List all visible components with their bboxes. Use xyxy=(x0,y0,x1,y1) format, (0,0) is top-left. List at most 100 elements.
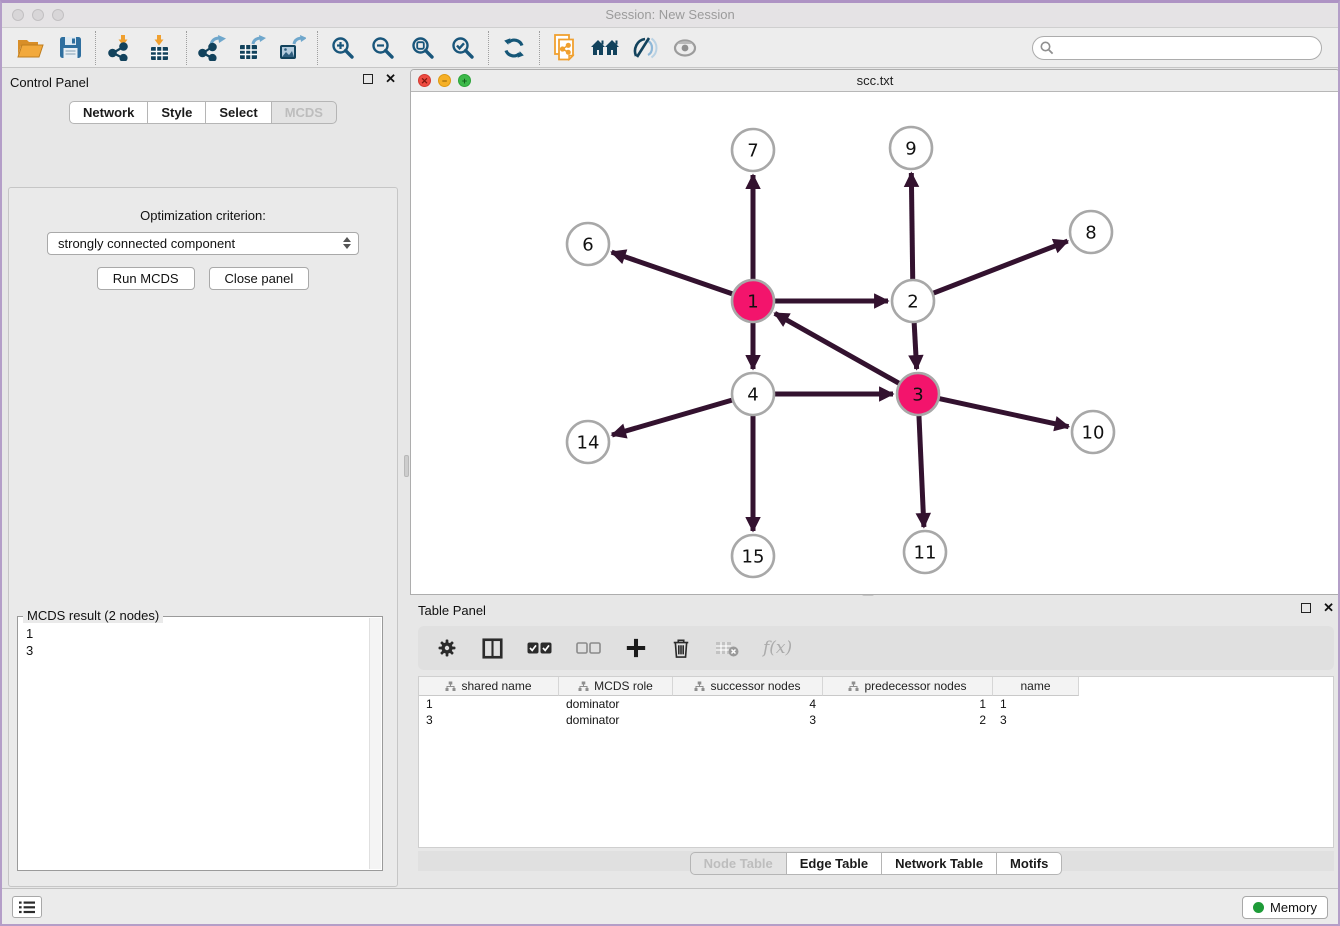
network-from-file-button[interactable] xyxy=(545,31,585,65)
tab-style[interactable]: Style xyxy=(147,101,206,124)
table-cell[interactable]: 1 xyxy=(993,696,1079,712)
deselect-all-button[interactable] xyxy=(576,642,601,654)
close-panel-icon[interactable]: ✕ xyxy=(385,74,396,84)
graph-edge-2-9[interactable] xyxy=(911,173,912,280)
memory-button[interactable]: Memory xyxy=(1242,896,1328,919)
table-cell[interactable]: 1 xyxy=(823,696,993,712)
graph-node-8[interactable]: 8 xyxy=(1070,211,1112,253)
table-toolbar: f(x) xyxy=(418,626,1334,670)
graph-edge-3-1[interactable] xyxy=(775,313,900,383)
mcds-result-box: MCDS result (2 nodes) 1 3 xyxy=(17,616,383,871)
delete-table-button[interactable] xyxy=(715,639,739,657)
criterion-select[interactable]: strongly connected component xyxy=(47,232,359,255)
tab-motifs[interactable]: Motifs xyxy=(996,852,1062,875)
sort-tree-icon xyxy=(694,681,705,692)
optimization-criterion-label: Optimization criterion: xyxy=(9,208,397,223)
open-session-button[interactable] xyxy=(10,31,50,65)
graph-node-7[interactable]: 7 xyxy=(732,129,774,171)
tab-node-table[interactable]: Node Table xyxy=(690,852,787,875)
table-cell[interactable]: 3 xyxy=(993,712,1079,728)
session-title: Session: New Session xyxy=(2,7,1338,22)
export-table-icon xyxy=(238,35,266,61)
graph-node-15[interactable]: 15 xyxy=(732,535,774,577)
graph-node-11[interactable]: 11 xyxy=(904,531,946,573)
column-header-predecessor-nodes[interactable]: predecessor nodes xyxy=(823,677,993,696)
checked-boxes-icon xyxy=(527,642,552,654)
close-table-panel-icon[interactable]: ✕ xyxy=(1323,603,1334,613)
zoom-selected-icon xyxy=(451,36,475,60)
mcds-result-title: MCDS result (2 nodes) xyxy=(23,608,163,623)
graph-node-1[interactable]: 1 xyxy=(732,280,774,322)
table-cell[interactable]: dominator xyxy=(559,696,673,712)
column-header-mcds-role[interactable]: MCDS role xyxy=(559,677,673,696)
network-canvas[interactable]: 7 9 6 8 1 2 4 3 14 10 15 11 xyxy=(411,92,1339,594)
node-table-header: shared nameMCDS rolesuccessor nodesprede… xyxy=(419,677,1333,696)
task-history-button[interactable] xyxy=(12,896,42,918)
graph-edge-3-11[interactable] xyxy=(919,415,924,527)
column-header-name[interactable]: name xyxy=(993,677,1079,696)
graph-node-4[interactable]: 4 xyxy=(732,373,774,415)
save-session-button[interactable] xyxy=(50,31,90,65)
tab-mcds[interactable]: MCDS xyxy=(271,101,337,124)
float-panel-icon[interactable] xyxy=(363,74,373,84)
graph-node-2[interactable]: 2 xyxy=(892,280,934,322)
table-row[interactable]: 3dominator323 xyxy=(419,712,1333,728)
delete-column-button[interactable] xyxy=(671,637,691,659)
table-row[interactable]: 1dominator411 xyxy=(419,696,1333,712)
float-table-panel-icon[interactable] xyxy=(1301,603,1311,613)
graph-node-6[interactable]: 6 xyxy=(567,223,609,265)
table-cell[interactable]: 2 xyxy=(823,712,993,728)
export-image-button[interactable] xyxy=(272,31,312,65)
close-panel-button[interactable]: Close panel xyxy=(209,267,310,290)
graph-edge-2-3[interactable] xyxy=(914,322,917,369)
select-all-button[interactable] xyxy=(527,642,552,654)
tab-network[interactable]: Network xyxy=(69,101,148,124)
show-panels-button[interactable] xyxy=(665,31,705,65)
import-table-button[interactable] xyxy=(141,31,181,65)
table-cell[interactable]: 3 xyxy=(673,712,823,728)
select-columns-button[interactable] xyxy=(482,638,503,659)
trash-icon xyxy=(671,637,691,659)
tab-select[interactable]: Select xyxy=(205,101,271,124)
zoom-selected-button[interactable] xyxy=(443,31,483,65)
table-panel: Table Panel ✕ xyxy=(410,598,1340,893)
hide-panels-button[interactable] xyxy=(625,31,665,65)
graph-edge-4-14[interactable] xyxy=(612,400,733,435)
criterion-selected-value: strongly connected component xyxy=(58,236,235,251)
tab-network-table[interactable]: Network Table xyxy=(881,852,997,875)
mcds-result-text[interactable]: 1 3 xyxy=(18,617,382,659)
graph-node-3[interactable]: 3 xyxy=(897,373,939,415)
result-scrollbar[interactable] xyxy=(369,618,381,869)
graph-node-10[interactable]: 10 xyxy=(1072,411,1114,453)
tab-edge-table[interactable]: Edge Table xyxy=(786,852,882,875)
table-cell[interactable]: dominator xyxy=(559,712,673,728)
column-header-successor-nodes[interactable]: successor nodes xyxy=(673,677,823,696)
table-cell[interactable]: 4 xyxy=(673,696,823,712)
zoom-out-button[interactable] xyxy=(363,31,403,65)
table-settings-button[interactable] xyxy=(436,637,458,659)
search-input[interactable] xyxy=(1032,36,1322,60)
graph-node-9[interactable]: 9 xyxy=(890,127,932,169)
import-network-button[interactable] xyxy=(101,31,141,65)
table-cell[interactable]: 3 xyxy=(419,712,559,728)
graph-edge-2-8[interactable] xyxy=(933,241,1068,293)
zoom-in-button[interactable] xyxy=(323,31,363,65)
network-window-titlebar[interactable]: ✕ − + scc.txt xyxy=(411,70,1339,92)
export-table-button[interactable] xyxy=(232,31,272,65)
graph-node-14[interactable]: 14 xyxy=(567,421,609,463)
hide-panels-icon xyxy=(632,35,658,61)
refresh-layout-icon xyxy=(502,36,526,60)
column-header-shared-name[interactable]: shared name xyxy=(419,677,559,696)
add-column-button[interactable] xyxy=(625,637,647,659)
table-cell[interactable]: 1 xyxy=(419,696,559,712)
apply-layout-button[interactable] xyxy=(494,31,534,65)
graph-edge-1-6[interactable] xyxy=(612,252,734,294)
zoom-fit-button[interactable] xyxy=(403,31,443,65)
vertical-splitter-grip[interactable] xyxy=(404,455,409,477)
graph-edge-3-10[interactable] xyxy=(939,398,1069,426)
function-builder-button[interactable]: f(x) xyxy=(763,638,792,658)
export-network-button[interactable] xyxy=(192,31,232,65)
home-button[interactable] xyxy=(585,31,625,65)
gear-icon xyxy=(436,637,458,659)
run-mcds-button[interactable]: Run MCDS xyxy=(97,267,195,290)
